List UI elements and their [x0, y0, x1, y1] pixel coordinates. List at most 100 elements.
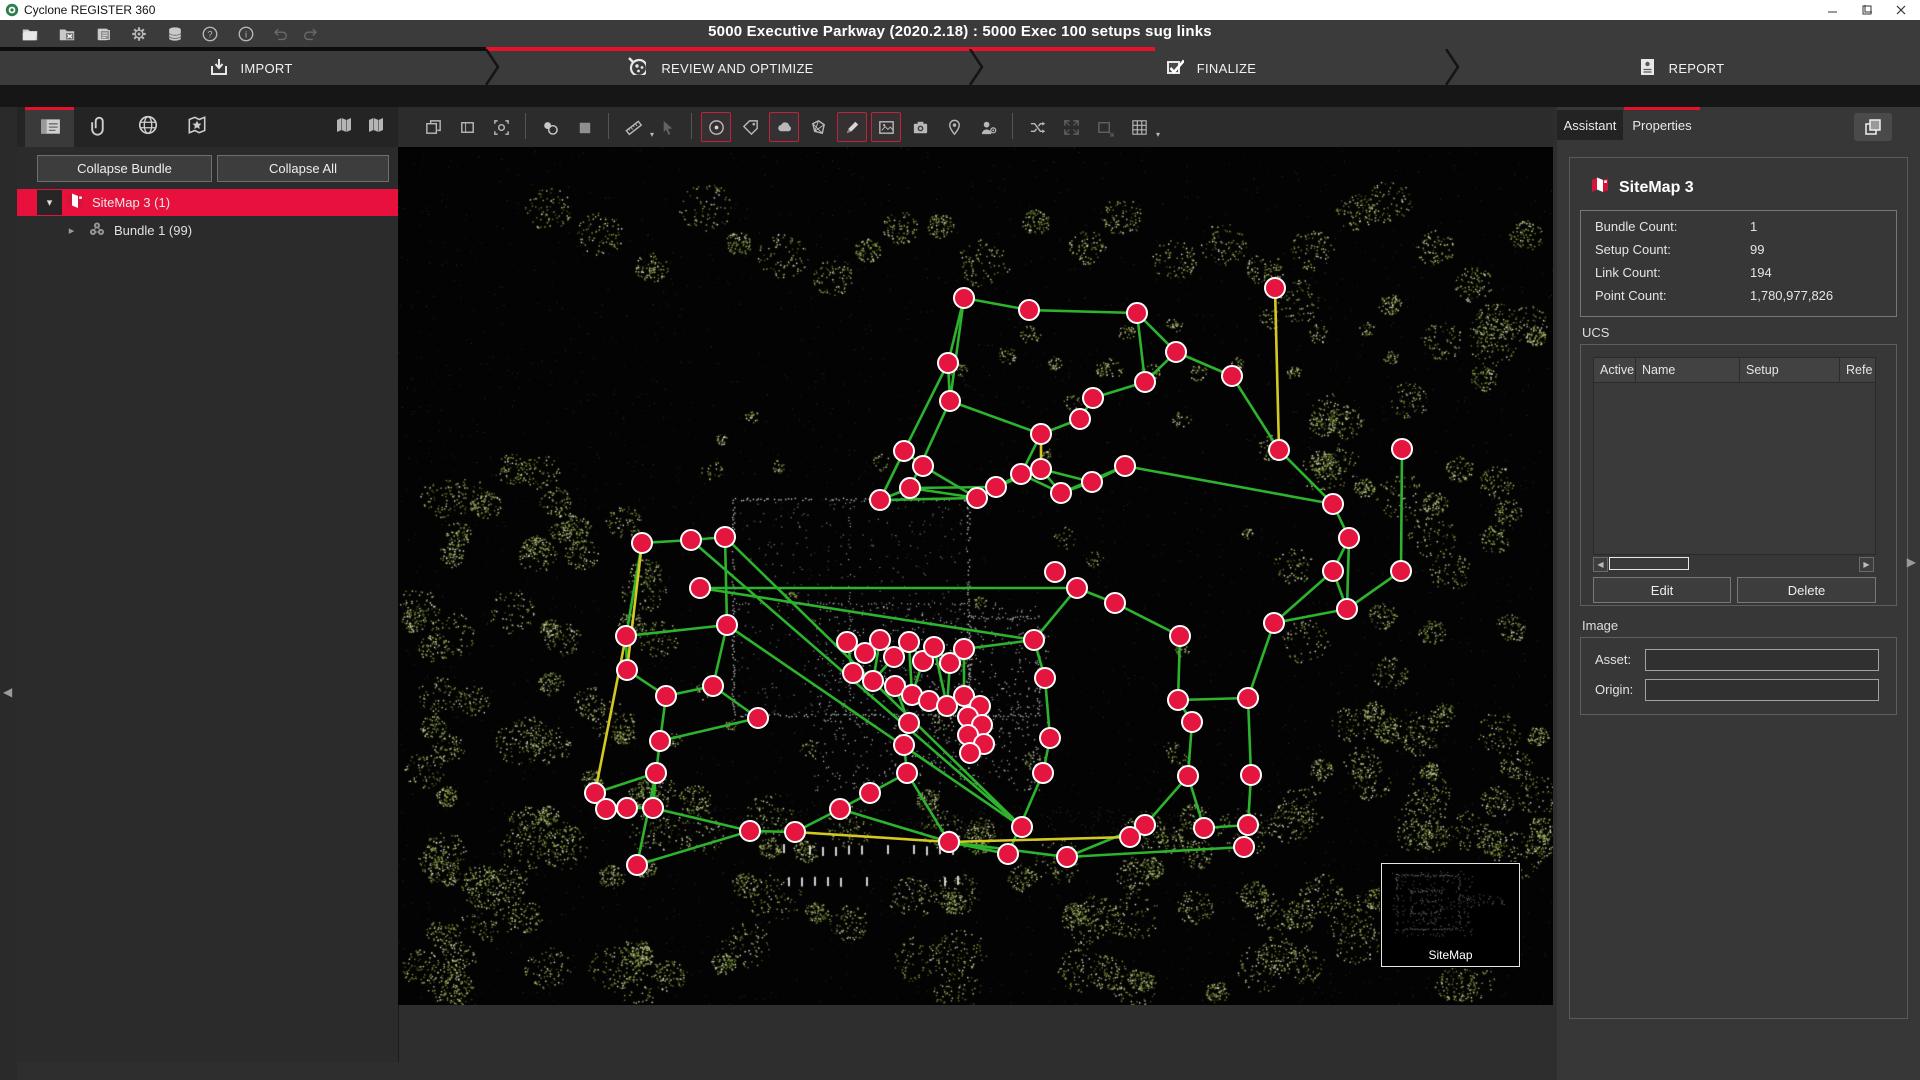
- link-line[interactable]: [660, 718, 758, 741]
- setup-node[interactable]: [715, 527, 735, 547]
- open-project-icon[interactable]: [19, 23, 41, 45]
- link-line[interactable]: [1248, 623, 1274, 698]
- expand-right-panel-arrow[interactable]: ▶: [1907, 555, 1916, 569]
- show-setups-button[interactable]: [701, 112, 731, 142]
- setup-node[interactable]: [1105, 593, 1125, 613]
- setup-node[interactable]: [1031, 424, 1051, 444]
- setup-node[interactable]: [938, 353, 958, 373]
- sitemap-image-button[interactable]: [1090, 112, 1120, 142]
- link-line[interactable]: [1008, 773, 1043, 854]
- sitemap-page-1-button[interactable]: [329, 112, 359, 142]
- setup-node[interactable]: [897, 763, 917, 783]
- scroll-thumb[interactable]: [1609, 557, 1689, 570]
- help-icon[interactable]: ?: [199, 23, 221, 45]
- setup-node[interactable]: [1024, 630, 1044, 650]
- setup-node[interactable]: [1234, 837, 1254, 857]
- setup-node[interactable]: [1057, 847, 1077, 867]
- link-line[interactable]: [1067, 847, 1244, 857]
- grid-options-button[interactable]: ▾: [1124, 112, 1154, 142]
- setup-node[interactable]: [1264, 613, 1284, 633]
- show-labels-button[interactable]: [735, 112, 765, 142]
- show-assets-button[interactable]: [973, 112, 1003, 142]
- tree-row-sitemap3[interactable]: ▾ SiteMap 3 (1): [17, 189, 398, 216]
- tab-import[interactable]: IMPORT: [60, 51, 440, 85]
- ucs-hscrollbar[interactable]: ◀ ▶: [1593, 557, 1874, 571]
- link-line[interactable]: [1029, 310, 1137, 313]
- expander-icon[interactable]: ▸: [59, 218, 84, 243]
- setup-node[interactable]: [1135, 372, 1155, 392]
- sitemap-minimap[interactable]: SiteMap: [1381, 863, 1520, 967]
- setup-node[interactable]: [860, 783, 880, 803]
- storage-icon[interactable]: [164, 23, 186, 45]
- setup-node[interactable]: [1083, 388, 1103, 408]
- link-line[interactable]: [653, 808, 750, 831]
- tab-project-explorer[interactable]: [25, 107, 74, 147]
- setup-node[interactable]: [913, 456, 933, 476]
- setup-node[interactable]: [1120, 827, 1140, 847]
- link-line[interactable]: [627, 543, 642, 670]
- setup-node[interactable]: [1392, 439, 1412, 459]
- draw-link-button[interactable]: [837, 112, 867, 142]
- setup-node[interactable]: [740, 821, 760, 841]
- undo-icon[interactable]: [269, 23, 291, 45]
- setup-node[interactable]: [1067, 578, 1087, 598]
- tree-row-bundle1[interactable]: ▸ Bundle 1 (99): [17, 217, 398, 244]
- setup-node[interactable]: [894, 441, 914, 461]
- setup-node[interactable]: [1040, 728, 1060, 748]
- import-batch-icon[interactable]: [93, 23, 115, 45]
- setup-node[interactable]: [1194, 818, 1214, 838]
- setup-node[interactable]: [1051, 483, 1071, 503]
- link-line[interactable]: [626, 625, 727, 636]
- setup-node[interactable]: [1031, 459, 1051, 479]
- setup-node[interactable]: [1269, 440, 1289, 460]
- setup-node[interactable]: [900, 478, 920, 498]
- ucs-edit-button[interactable]: Edit: [1593, 577, 1731, 603]
- setup-node[interactable]: [703, 676, 723, 696]
- scroll-left-icon[interactable]: ◀: [1593, 557, 1608, 572]
- tab-sitemaps[interactable]: [172, 107, 221, 147]
- setup-node[interactable]: [1033, 763, 1053, 783]
- setup-node[interactable]: [870, 630, 890, 650]
- setup-node[interactable]: [1182, 712, 1202, 732]
- show-point-clouds-button[interactable]: [769, 112, 799, 142]
- setup-node[interactable]: [1168, 690, 1188, 710]
- setup-node[interactable]: [1012, 817, 1032, 837]
- link-line[interactable]: [880, 498, 977, 500]
- setup-node[interactable]: [924, 637, 944, 657]
- link-line[interactable]: [637, 831, 750, 865]
- setup-node[interactable]: [1265, 278, 1285, 298]
- setup-node[interactable]: [986, 477, 1006, 497]
- setup-node[interactable]: [1166, 342, 1186, 362]
- tab-web[interactable]: [123, 107, 172, 147]
- tab-properties[interactable]: Properties: [1624, 110, 1700, 140]
- sitemap-page-2-button[interactable]: [361, 112, 391, 142]
- link-line[interactable]: [691, 540, 1022, 827]
- minimize-button[interactable]: [1816, 0, 1850, 20]
- setup-node[interactable]: [1241, 765, 1261, 785]
- link-line[interactable]: [725, 537, 727, 625]
- setup-node[interactable]: [998, 844, 1018, 864]
- setup-node[interactable]: [960, 743, 980, 763]
- setup-node[interactable]: [617, 660, 637, 680]
- setup-node[interactable]: [596, 799, 616, 819]
- link-line[interactable]: [700, 588, 1034, 640]
- collapse-left-panel-arrow[interactable]: ◀: [3, 685, 12, 699]
- setup-node[interactable]: [919, 691, 939, 711]
- setup-node[interactable]: [643, 798, 663, 818]
- ucs-delete-button[interactable]: Delete: [1737, 577, 1876, 603]
- link-line[interactable]: [1274, 571, 1333, 623]
- setup-node[interactable]: [681, 530, 701, 550]
- show-sitemap-button[interactable]: [803, 112, 833, 142]
- setup-node[interactable]: [1238, 688, 1258, 708]
- tab-review-and-optimize[interactable]: REVIEW AND OPTIMIZE: [530, 51, 910, 85]
- setup-node[interactable]: [1238, 815, 1258, 835]
- close-button[interactable]: [1884, 0, 1918, 20]
- setup-node[interactable]: [690, 578, 710, 598]
- link-line[interactable]: [1232, 376, 1279, 450]
- setup-node[interactable]: [954, 639, 974, 659]
- setup-node[interactable]: [1323, 494, 1343, 514]
- optimize-links-button[interactable]: [1022, 112, 1052, 142]
- link-line[interactable]: [1401, 449, 1402, 571]
- visual-alignment-button[interactable]: [535, 112, 565, 142]
- setup-node[interactable]: [843, 663, 863, 683]
